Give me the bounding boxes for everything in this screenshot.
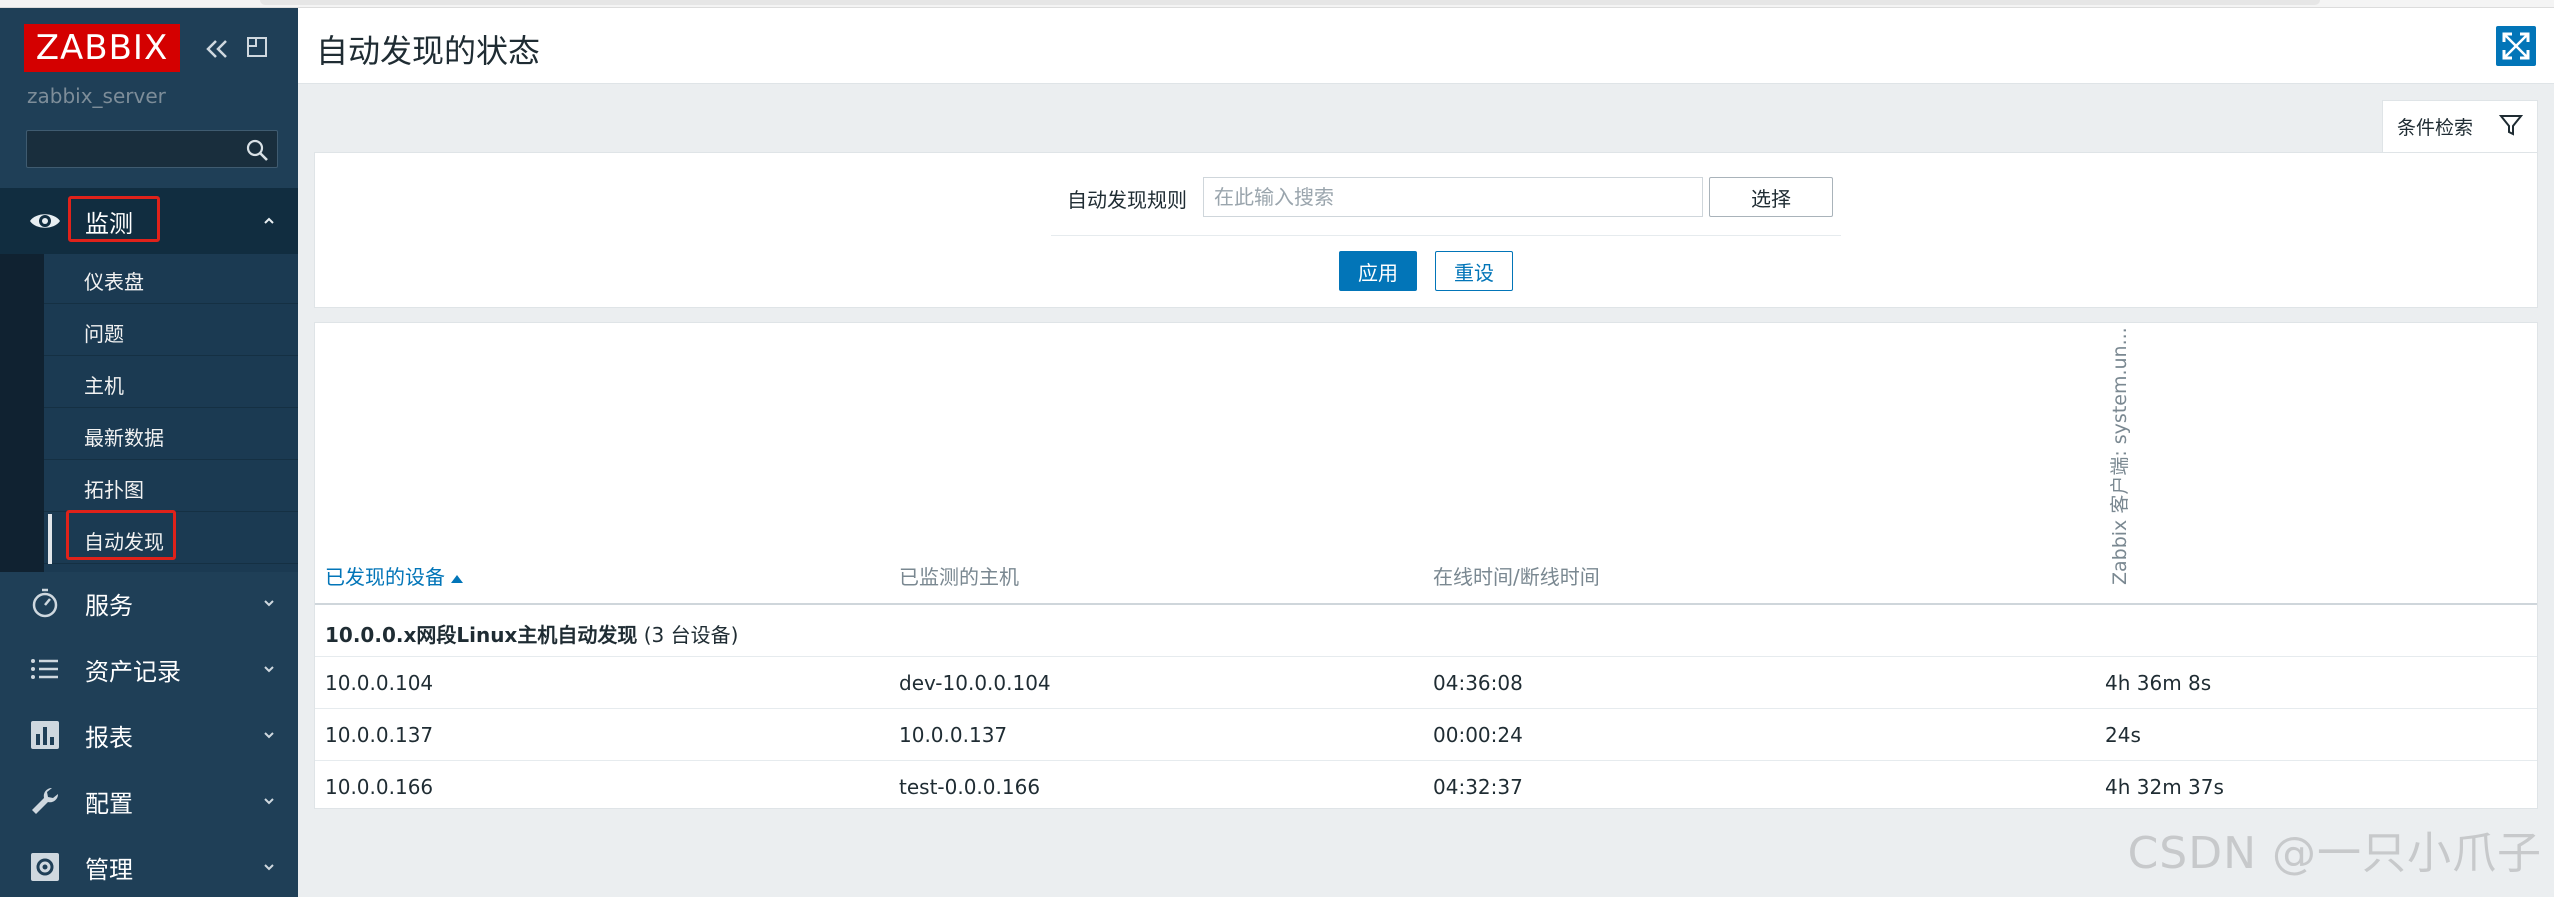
sidebar-item-label: 最新数据 — [84, 426, 164, 450]
device-cell: 10.0.0.104 — [325, 671, 434, 695]
column-header-label: Zabbix 客户端: system.un... — [2109, 327, 2131, 585]
fullscreen-icon — [2502, 32, 2530, 60]
chevron-down-icon — [264, 798, 274, 805]
host-cell: 10.0.0.137 — [899, 723, 1008, 747]
column-header-agent-check[interactable]: Zabbix 客户端: system.un... — [2105, 327, 2165, 601]
nav-administration-label: 管理 — [85, 855, 133, 884]
nav-configuration[interactable]: 配置 — [0, 768, 298, 834]
page-title: 自动发现的状态 — [316, 32, 541, 70]
filter-tab-label: 条件检索 — [2397, 117, 2474, 139]
nav-configuration-label: 配置 — [85, 789, 133, 818]
group-name: 10.0.0.x网段Linux主机自动发现 — [325, 623, 638, 647]
sidebar-item-problems[interactable]: 问题 — [44, 306, 298, 356]
agent-value-cell: 4h 32m 37s — [2105, 775, 2224, 799]
host-cell: test-0.0.0.166 — [899, 775, 1041, 799]
fullscreen-button[interactable] — [2496, 26, 2536, 66]
uptime-cell: 04:36:08 — [1433, 671, 1523, 695]
sidebar-item-label: 拓扑图 — [84, 478, 144, 502]
eye-icon — [30, 214, 60, 228]
nav-inventory-label: 资产记录 — [85, 657, 181, 686]
uptime-cell: 04:32:37 — [1433, 775, 1523, 799]
sort-ascending-icon — [451, 574, 463, 583]
page-header: 自动发现的状态 — [298, 8, 2554, 84]
server-name: zabbix_server — [27, 84, 166, 108]
chevron-down-icon — [264, 732, 274, 739]
column-header-monitored-host[interactable]: 已监测的主机 — [899, 561, 1019, 590]
wrench-icon — [32, 787, 59, 814]
chevron-down-icon — [264, 666, 274, 673]
discovery-rule-input[interactable] — [1203, 177, 1703, 217]
nav-reports[interactable]: 报表 — [0, 702, 298, 768]
sidebar-item-dashboard[interactable]: 仪表盘 — [44, 254, 298, 304]
sidebar: ZABBIX zabbix_server 监测 仪表盘 问题 主机 最新数据 拓… — [0, 8, 298, 897]
kiosk-mode-icon[interactable] — [246, 36, 268, 58]
filter-tab[interactable]: 条件检索 — [2382, 100, 2538, 152]
nav-inventory[interactable]: 资产记录 — [0, 636, 298, 702]
browser-tab-bar — [260, 0, 2320, 5]
stopwatch-icon — [32, 588, 58, 618]
group-count: (3 台设备) — [643, 623, 739, 647]
sidebar-item-hosts[interactable]: 主机 — [44, 358, 298, 408]
device-cell: 10.0.0.166 — [325, 775, 434, 799]
select-button[interactable]: 选择 — [1709, 177, 1833, 217]
column-header-label: 已发现的设备 — [325, 565, 445, 589]
watermark: CSDN @一只小爪子 — [2127, 828, 2542, 879]
column-header-uptime-downtime[interactable]: 在线时间/断线时间 — [1433, 561, 1600, 590]
chevron-down-icon — [264, 600, 274, 607]
apply-button[interactable]: 应用 — [1339, 251, 1417, 291]
sidebar-item-label: 问题 — [84, 322, 124, 346]
sidebar-item-label: 仪表盘 — [84, 270, 144, 294]
table-row: 10.0.0.137 10.0.0.137 00:00:24 24s — [315, 709, 2537, 761]
device-cell: 10.0.0.137 — [325, 723, 434, 747]
bar-chart-icon — [31, 721, 59, 749]
collapse-sidebar-icon[interactable] — [204, 36, 230, 62]
chevron-up-icon — [264, 217, 274, 224]
nav-administration[interactable]: 管理 — [0, 834, 298, 897]
table-row: 10.0.0.166 test-0.0.0.166 04:32:37 4h 32… — [315, 761, 2537, 813]
sidebar-item-maps[interactable]: 拓扑图 — [44, 462, 298, 512]
nav-reports-label: 报表 — [85, 723, 133, 752]
sidebar-item-label: 主机 — [84, 374, 124, 398]
nav-services[interactable]: 服务 — [0, 570, 298, 636]
agent-value-cell: 4h 36m 8s — [2105, 671, 2212, 695]
discovery-rule-label: 自动发现规则 — [1067, 188, 1187, 212]
highlight-box — [68, 196, 160, 242]
sidebar-search-input[interactable] — [26, 130, 278, 168]
filter-panel: 自动发现规则 选择 应用 重设 — [314, 152, 2538, 308]
table-row: 10.0.0.104 dev-10.0.0.104 04:36:08 4h 36… — [315, 657, 2537, 709]
zabbix-logo[interactable]: ZABBIX — [24, 24, 180, 72]
sidebar-item-latest-data[interactable]: 最新数据 — [44, 410, 298, 460]
search-icon[interactable] — [245, 138, 269, 162]
filter-icon — [2499, 115, 2523, 136]
reset-button[interactable]: 重设 — [1435, 251, 1513, 291]
uptime-cell: 00:00:24 — [1433, 723, 1523, 747]
group-cell: 10.0.0.x网段Linux主机自动发现 (3 台设备) — [325, 619, 738, 648]
host-cell: dev-10.0.0.104 — [899, 671, 1051, 695]
column-header-discovered-device[interactable]: 已发现的设备 — [325, 561, 463, 590]
gear-icon — [31, 853, 59, 881]
discovery-status-table: 已发现的设备 已监测的主机 在线时间/断线时间 Zabbix 客户端: syst… — [314, 322, 2538, 809]
filter-divider — [1051, 235, 1841, 236]
nav-services-label: 服务 — [85, 591, 133, 620]
highlight-box — [66, 510, 176, 560]
agent-value-cell: 24s — [2105, 723, 2141, 747]
chevron-down-icon — [264, 864, 274, 871]
table-group-row: 10.0.0.x网段Linux主机自动发现 (3 台设备) — [315, 605, 2537, 657]
browser-strip — [0, 0, 2554, 8]
list-icon — [31, 659, 58, 679]
